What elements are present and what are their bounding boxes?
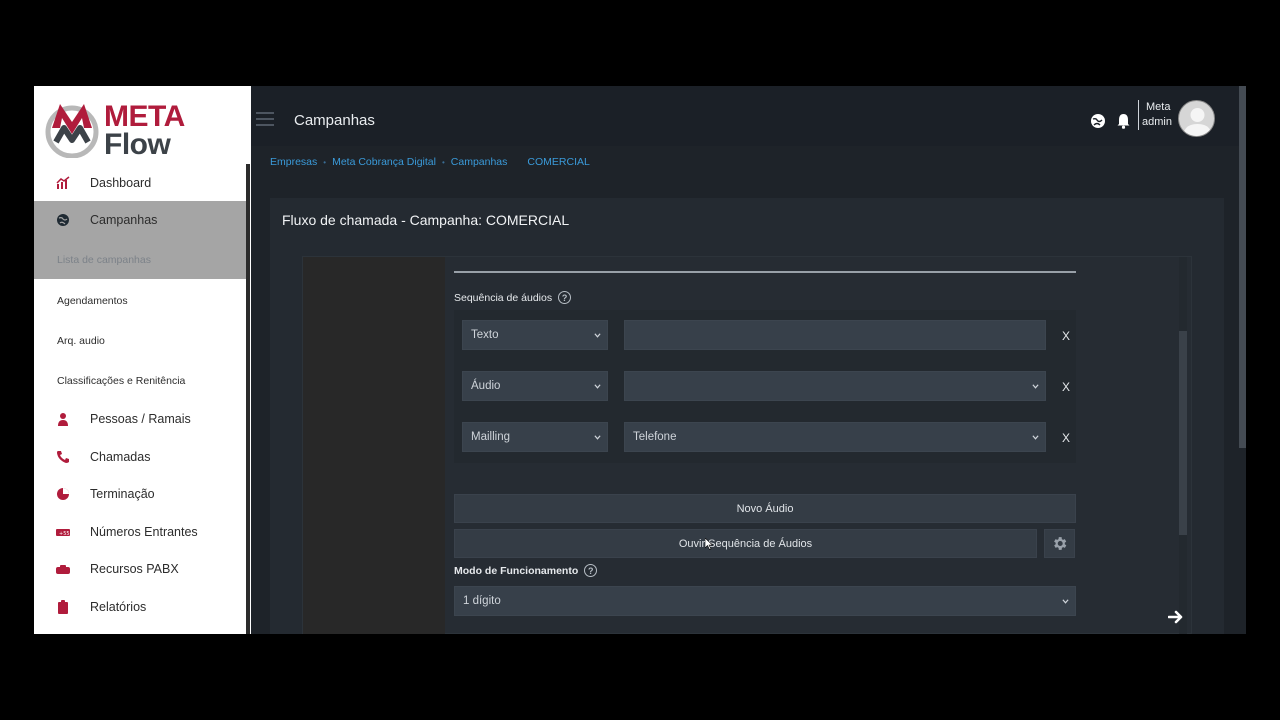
sidebar-item-label: Agendamentos (57, 295, 128, 307)
user-name-block[interactable]: Meta admin (1138, 100, 1172, 130)
sequence-label-text: Sequência de áudios (454, 291, 553, 304)
sidebar-item-terminacao[interactable]: Terminação (34, 485, 246, 503)
gear-icon (1054, 537, 1067, 550)
remove-row-button[interactable]: X (1062, 431, 1070, 445)
mode-select[interactable]: 1 dígito (454, 586, 1076, 616)
person-icon (58, 413, 68, 426)
sequence-label: Sequência de áudios ? (454, 291, 572, 304)
avatar[interactable] (1178, 100, 1215, 137)
user-first-line: Meta (1146, 101, 1171, 113)
remove-row-button[interactable]: X (1062, 329, 1070, 343)
chevron-down-icon (1062, 599, 1069, 604)
phone-icon (57, 451, 69, 463)
sidebar-item-label: Recursos PABX (90, 562, 179, 576)
breadcrumb-separator: • (441, 157, 445, 167)
top-header: Campanhas Meta admin (251, 86, 1246, 146)
window-scrollbar[interactable] (1239, 86, 1246, 448)
pie-icon (57, 488, 69, 500)
sidebar-scrollbar[interactable] (246, 164, 250, 634)
breadcrumb-current: COMERCIAL (527, 156, 590, 168)
remove-row-button[interactable]: X (1062, 380, 1070, 394)
sequence-type-select[interactable]: Mailling (462, 422, 608, 452)
select-value: Mailling (471, 431, 510, 443)
sidebar-item-recursos-pabx[interactable]: Recursos PABX (34, 560, 246, 578)
play-sequence-button[interactable]: Ouvir Sequência de Áudios (454, 529, 1037, 558)
help-icon[interactable]: ? (558, 291, 572, 304)
clipboard-icon (58, 600, 68, 614)
hamburger-icon[interactable] (256, 112, 274, 126)
page-title: Campanhas (294, 112, 375, 129)
logo-mark-icon (45, 104, 99, 158)
select-value: 1 dígito (463, 595, 501, 607)
breadcrumb-separator: • (323, 157, 327, 167)
chart-icon (56, 176, 70, 189)
audio-file-select[interactable] (624, 371, 1046, 401)
sidebar-item-arq-audio[interactable]: Arq. audio (34, 332, 246, 350)
sequence-type-select[interactable]: Texto (462, 320, 608, 350)
sequence-type-select[interactable]: Áudio (462, 371, 608, 401)
breadcrumb-meta-cobranca[interactable]: Meta Cobrança Digital (332, 156, 436, 168)
sidebar: META Flow Dashboard Campanhas Lista de c… (34, 86, 251, 634)
sidebar-item-relatorios[interactable]: Relatórios (34, 598, 246, 616)
audio-sequence-list: Texto X Áudio X Mailling Telefone X (454, 310, 1076, 463)
mode-label-text: Modo de Funcionamento (454, 564, 579, 577)
breadcrumb-campanhas[interactable]: Campanhas (451, 156, 508, 168)
sidebar-item-label: Campanhas (90, 213, 158, 227)
section-divider (454, 271, 1076, 273)
sidebar-item-label: Terminação (90, 487, 155, 501)
sidebar-item-label: Pessoas / Ramais (90, 412, 191, 426)
badge-icon (56, 565, 70, 574)
breadcrumb: Empresas • Meta Cobrança Digital • Campa… (270, 156, 590, 168)
bell-icon[interactable] (1117, 113, 1130, 129)
globe-language-icon[interactable] (1090, 113, 1106, 129)
sidebar-item-label: Classificações e Renitência (57, 375, 186, 387)
logo-text-flow: Flow (104, 128, 171, 161)
sidebar-item-label: Relatórios (90, 600, 147, 614)
money-icon: +55 (56, 529, 70, 537)
globe-icon (57, 214, 69, 226)
mailling-field-select[interactable]: Telefone (624, 422, 1046, 452)
sidebar-item-label: Números Entrantes (90, 525, 198, 539)
flow-panel: Sequência de áudios ? Texto X Áudio X Ma… (302, 256, 1192, 634)
panel-scrollbar-thumb[interactable] (1179, 331, 1187, 535)
chevron-down-icon (594, 384, 601, 389)
settings-button[interactable] (1044, 529, 1075, 558)
mouse-cursor-icon (705, 538, 713, 550)
select-value: Texto (471, 329, 499, 341)
flow-card: Fluxo de chamada - Campanha: COMERCIAL S… (270, 198, 1224, 634)
sidebar-item-label: Chamadas (90, 450, 151, 464)
mode-label: Modo de Funcionamento ? (454, 564, 598, 577)
card-title: Fluxo de chamada - Campanha: COMERCIAL (282, 212, 570, 228)
sidebar-item-classificacoes[interactable]: Classificações e Renitência (34, 372, 246, 390)
logo[interactable]: META Flow (44, 98, 204, 161)
app-window: META Flow Dashboard Campanhas Lista de c… (34, 86, 1246, 634)
sidebar-item-label: Dashboard (90, 176, 152, 190)
sidebar-item-chamadas[interactable]: Chamadas (34, 448, 246, 466)
sequence-text-input[interactable] (624, 320, 1046, 350)
sidebar-item-pessoas[interactable]: Pessoas / Ramais (34, 410, 246, 428)
svg-text:+55: +55 (59, 531, 70, 537)
sidebar-item-dashboard[interactable]: Dashboard (34, 174, 246, 192)
sidebar-item-numeros-entrantes[interactable]: +55 Números Entrantes (34, 523, 246, 541)
sidebar-item-lista-campanhas[interactable]: Lista de campanhas (34, 251, 246, 269)
arrow-right-icon[interactable] (1168, 610, 1184, 624)
sidebar-item-agendamentos[interactable]: Agendamentos (34, 292, 246, 310)
breadcrumb-empresas[interactable]: Empresas (270, 156, 317, 168)
select-value: Telefone (633, 431, 677, 443)
sidebar-item-label: Lista de campanhas (57, 254, 151, 266)
sidebar-item-campanhas[interactable]: Campanhas (34, 211, 246, 229)
user-second-line: admin (1142, 116, 1172, 128)
new-audio-button[interactable]: Novo Áudio (454, 494, 1076, 523)
chevron-down-icon (1032, 435, 1039, 440)
select-value: Áudio (471, 380, 501, 392)
panel-left-column (303, 257, 445, 634)
chevron-down-icon (594, 333, 601, 338)
chevron-down-icon (1032, 384, 1039, 389)
chevron-down-icon (594, 435, 601, 440)
help-icon[interactable]: ? (584, 564, 598, 577)
user-avatar-icon (1183, 108, 1212, 136)
sidebar-item-label: Arq. audio (57, 335, 105, 347)
